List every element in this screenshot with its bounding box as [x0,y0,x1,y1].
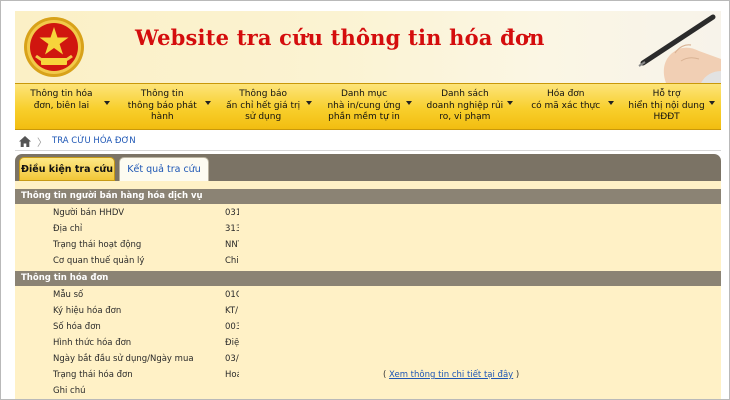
field-value: 0312 [225,208,239,218]
nav-authenticated-invoice[interactable]: Hóa đơn có mã xác thực [519,84,620,129]
field-value: NNT [225,240,239,250]
field-label: Số hóa đơn [53,322,101,332]
breadcrumb-current[interactable]: TRA CỨU HÓA ĐƠN [52,136,136,146]
field-label: Ngày bắt đầu sử dụng/Ngày mua [53,354,194,364]
table-row: Trạng thái hóa đơn Hoá ( Xem thông tin c… [15,367,721,383]
home-icon[interactable] [19,135,31,147]
main-navigation: Thông tin hóa đơn, biên lai Thông tin th… [15,83,721,130]
site-banner: Website tra cứu thông tin hóa đơn [15,11,721,83]
chevron-down-icon [709,101,716,105]
chevron-down-icon [406,101,413,105]
chevron-down-icon [507,101,514,105]
tab-search-results[interactable]: Kết quả tra cứu [119,157,209,181]
field-value: Chi [225,256,239,266]
field-value: 313 [225,224,239,234]
field-label: Trạng thái hóa đơn [53,370,133,380]
field-label: Ký hiệu hóa đơn [53,306,122,316]
field-value: 003 [225,322,239,332]
table-row: Ghi chú [15,383,721,399]
table-row: Số hóa đơn 003 [15,319,721,335]
tab-search-conditions[interactable]: Điều kiện tra cứu [19,157,115,181]
field-label: Cơ quan thuế quản lý [53,256,145,266]
field-label: Ghi chú [53,386,86,396]
field-label: Người bán HHDV [53,208,125,218]
field-label: Hình thức hóa đơn [53,338,132,348]
table-row: Người bán HHDV 0312 [15,205,721,221]
tab-bar: Điều kiện tra cứu Kết quả tra cứu [15,154,721,181]
nav-invoice-info[interactable]: Thông tin hóa đơn, biên lai [15,84,116,129]
chevron-down-icon [608,101,615,105]
browser-viewport: Website tra cứu thông tin hóa đơn Thông … [0,0,730,400]
field-value: Điệ [225,338,239,348]
detail-link-wrapper: ( Xem thông tin chi tiết tại đây ) [383,370,520,380]
nav-issuance-notice[interactable]: Thông tin thông báo phát hành [116,84,217,129]
field-value: KT/ [225,306,238,316]
seller-section-header: Thông tin người bán hàng hóa dịch vụ [15,189,721,204]
field-label: Trạng thái hoạt động [53,240,142,250]
national-emblem-logo [24,17,84,77]
breadcrumb: 〉 TRA CỨU HÓA ĐƠN [15,132,721,151]
field-value: Hoá [225,370,239,380]
site-title: Website tra cứu thông tin hóa đơn [135,25,545,50]
chevron-down-icon [103,101,110,105]
breadcrumb-separator: 〉 [37,137,47,149]
table-row: Ngày bắt đầu sử dụng/Ngày mua 03/ [15,351,721,367]
chevron-down-icon [204,101,211,105]
table-row: Cơ quan thuế quản lý Chi [15,253,721,269]
table-row: Ký hiệu hóa đơn KT/ [15,303,721,319]
chevron-down-icon [305,101,312,105]
hand-writing-illustration [638,14,721,83]
nav-expired-forms[interactable]: Thông báo ấn chỉ hết giá trị sử dụng [217,84,318,129]
table-row: Mẫu số 01G [15,287,721,303]
view-details-link[interactable]: Xem thông tin chi tiết tại đây [389,370,513,380]
nav-risky-enterprises[interactable]: Danh sách doanh nghiệp rủi ro, vi phạm [418,84,519,129]
field-value: 01G [225,290,239,300]
nav-printer-list[interactable]: Danh mục nhà in/cung ứng phần mềm tự in [318,84,419,129]
table-row: Hình thức hóa đơn Điệ [15,335,721,351]
table-row: Địa chỉ 313 [15,221,721,237]
field-label: Địa chỉ [53,224,83,234]
invoice-section-header: Thông tin hóa đơn [15,271,721,286]
nav-einvoice-support[interactable]: Hỗ trợ hiển thị nội dung HĐĐT [620,84,721,129]
table-row: Trạng thái hoạt động NNT [15,237,721,253]
field-value: 03/ [225,354,239,364]
results-panel: Thông tin người bán hàng hóa dịch vụ Ngư… [15,181,721,399]
field-label: Mẫu số [53,290,84,300]
